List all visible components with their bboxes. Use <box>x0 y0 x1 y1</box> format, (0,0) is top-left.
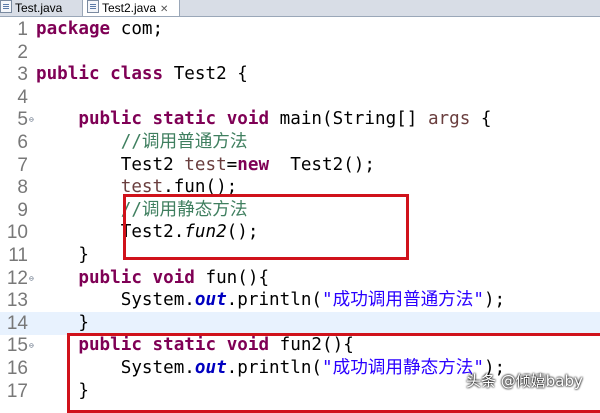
java-file-icon <box>0 0 12 13</box>
line-number: 6 <box>17 132 28 153</box>
code-line[interactable]: 5 ⊖ public static void main(String[] args… <box>0 108 600 131</box>
code-line[interactable]: 14 } <box>0 311 600 335</box>
keyword-token: static <box>152 109 227 130</box>
code-token: ); <box>483 290 506 311</box>
code-token: fun(){ <box>205 267 270 288</box>
code-token: } <box>36 245 89 265</box>
code-line[interactable]: 7 Test2 test=new Test2(); <box>0 154 600 177</box>
tab-label: Test.java <box>15 1 63 15</box>
line-number: 12 <box>6 267 28 289</box>
line-number: 9 <box>17 199 28 221</box>
code-line[interactable]: 12 ⊖ public void fun(){ <box>0 267 600 290</box>
line-number: 11 <box>8 245 28 266</box>
tab-test-java[interactable]: Test.java <box>0 0 76 16</box>
line-number: 3 <box>17 64 28 86</box>
code-line[interactable]: 4 <box>0 86 600 109</box>
line-number: 5 <box>17 109 28 131</box>
code-token: out <box>194 290 227 311</box>
line-number: 7 <box>17 154 28 176</box>
code-text: public class Test2 { <box>36 63 248 86</box>
line-number: 16 <box>6 358 28 379</box>
keyword-token: void <box>152 267 206 288</box>
code-token: } <box>36 312 89 333</box>
code-text: public static void main(String[] args { <box>36 108 492 131</box>
code-text: package com; <box>36 18 163 41</box>
java-file-icon <box>87 0 99 13</box>
keyword-token: public <box>78 267 153 288</box>
line-number: 13 <box>6 290 28 312</box>
code-token: System. <box>36 290 195 311</box>
line-number: 8 <box>17 177 28 199</box>
code-token: Test2 <box>36 154 185 175</box>
line-number: 2 <box>17 41 28 63</box>
code-token: args <box>427 109 471 130</box>
tab-test2-java[interactable]: Test2.java ✕ <box>82 0 180 16</box>
line-number: 14 <box>6 312 28 334</box>
code-token: Test2 { <box>173 64 248 85</box>
code-token: com; <box>120 19 164 39</box>
keyword-token: package <box>36 19 121 39</box>
code-text: } <box>36 244 89 267</box>
keyword-token: void <box>226 109 280 130</box>
code-token: Test2(); <box>279 154 375 175</box>
annotation-box-static-call <box>123 194 409 260</box>
line-number: 15 <box>6 335 28 357</box>
editor-tab-bar: Test.java Test2.java ✕ <box>0 0 600 17</box>
keyword-token: public <box>78 109 153 130</box>
comment-token: //调用普通方法 <box>120 132 248 152</box>
code-text: Test2 test=new Test2(); <box>36 154 375 177</box>
close-icon[interactable]: ✕ <box>160 4 168 15</box>
code-line[interactable]: 2 <box>0 41 600 64</box>
tab-label: Test2.java <box>102 1 157 15</box>
keyword-token: class <box>110 64 174 85</box>
code-text: System.out.println("成功调用普通方法"); <box>36 289 505 312</box>
code-token: .println( <box>226 290 323 311</box>
code-token: test <box>184 154 227 175</box>
code-token: main(String[] <box>279 109 428 130</box>
keyword-token: public <box>36 64 111 85</box>
code-line[interactable]: 6 //调用普通方法 <box>0 131 600 154</box>
code-line[interactable]: 3 public class Test2 { <box>0 63 600 86</box>
line-number: 10 <box>6 222 28 244</box>
line-number: 1 <box>17 19 28 40</box>
code-text: //调用普通方法 <box>36 131 248 154</box>
string-token: "成功调用普通方法" <box>322 290 484 311</box>
code-text: } <box>36 312 89 335</box>
code-line[interactable]: 13 System.out.println("成功调用普通方法"); <box>0 289 600 312</box>
watermark: 头条 @倾嬉baby <box>466 372 583 390</box>
keyword-token: new <box>237 154 280 175</box>
code-text: public void fun(){ <box>36 267 269 290</box>
code-line[interactable]: 1 package com; <box>0 18 600 41</box>
code-token: = <box>226 154 238 175</box>
line-number: 17 <box>6 380 28 402</box>
code-token: { <box>470 109 492 130</box>
line-number: 4 <box>17 86 28 108</box>
